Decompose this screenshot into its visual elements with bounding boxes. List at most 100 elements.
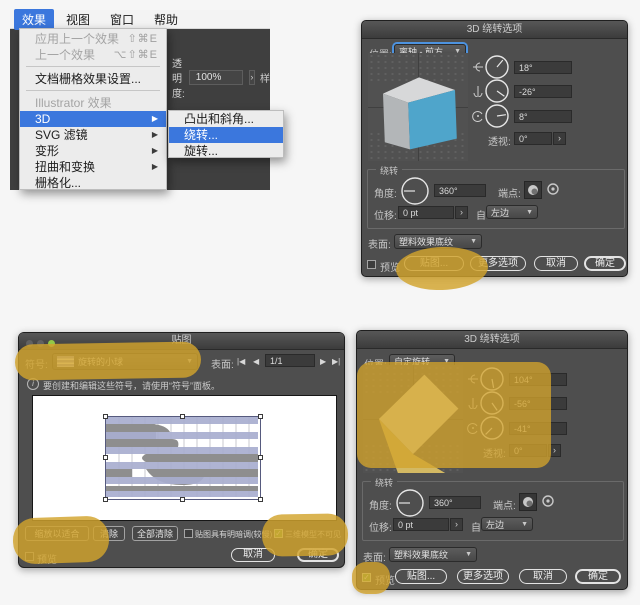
menu-separator xyxy=(26,66,160,67)
selection-handle[interactable] xyxy=(258,455,263,460)
map-art-button[interactable]: 贴图... xyxy=(395,569,447,584)
rotate-z-dial[interactable] xyxy=(484,103,510,129)
chevron-down-icon: ▼ xyxy=(470,238,477,245)
selection-handle[interactable] xyxy=(180,414,185,419)
rotate-y-dial[interactable] xyxy=(484,78,510,104)
screenshot-root: 透明度: 100% › 样 效果 视图 窗口 帮助 应用上一个效果 ⇧⌘E 上一… xyxy=(0,0,640,605)
menu-item-svg-filters[interactable]: SVG 滤镜 ▶ xyxy=(20,127,166,143)
selection-handle[interactable] xyxy=(258,414,263,419)
cap-solid-button[interactable] xyxy=(519,493,537,511)
angle-dial[interactable] xyxy=(395,488,425,518)
rotate-x-value[interactable]: 18° xyxy=(514,61,572,74)
selection-handle[interactable] xyxy=(180,497,185,502)
submenu-arrow-icon: ▶ xyxy=(152,111,158,127)
shade-artwork-checkbox[interactable] xyxy=(184,529,193,538)
angle-value[interactable]: 360° xyxy=(429,496,481,509)
perspective-spinner[interactable]: › xyxy=(553,132,566,145)
previous-surface-button[interactable]: ◀ xyxy=(253,355,259,368)
rotate-y-value[interactable]: -26° xyxy=(514,85,572,98)
rotate-x-dial[interactable] xyxy=(484,54,510,80)
submenu-arrow-icon: ▶ xyxy=(152,127,158,143)
transparency-value[interactable]: 100% xyxy=(189,70,243,85)
menu-item-apply-last-effect[interactable]: 应用上一个效果 ⇧⌘E xyxy=(20,31,166,47)
menu-item-3d[interactable]: 3D ▶ xyxy=(20,111,166,127)
transparency-spinner[interactable]: › xyxy=(249,70,255,85)
transparency-row: 透明度: 100% › 样 xyxy=(172,55,270,100)
menu-item-distort-transform[interactable]: 扭曲和变换 ▶ xyxy=(20,159,166,175)
symbols-panel-hint: 要创建和编辑这些符号，请使用“符号”面板。 xyxy=(43,379,220,392)
angle-label: 角度: xyxy=(369,497,392,512)
cube-preview xyxy=(373,63,465,153)
surface-page-field[interactable]: 1/1 xyxy=(265,354,315,367)
offset-label: 位移: xyxy=(369,519,392,534)
preview-checkbox[interactable] xyxy=(367,260,376,269)
effect-menu-dropdown: 应用上一个效果 ⇧⌘E 上一个效果 ⌥⇧⌘E 文档栅格效果设置... Illus… xyxy=(19,28,167,190)
revolve-section-title: 绕转 xyxy=(371,476,397,489)
selection-handle[interactable] xyxy=(103,414,108,419)
ok-button[interactable]: 确定 xyxy=(584,256,626,271)
surface-dropdown[interactable]: 塑料效果底纹 ▼ xyxy=(389,547,477,562)
chevron-down-icon: ▼ xyxy=(521,521,528,528)
cap-solid-button[interactable] xyxy=(524,181,542,199)
cap-hollow-button[interactable] xyxy=(540,493,556,509)
cancel-button[interactable]: 取消 xyxy=(534,256,578,271)
revolve-section-title: 绕转 xyxy=(376,164,402,177)
offset-label: 位移: xyxy=(374,207,397,222)
chevron-down-icon: ▼ xyxy=(465,551,472,558)
clear-all-button[interactable]: 全部清除 xyxy=(132,526,178,541)
perspective-label: 透视: xyxy=(488,133,511,148)
from-label: 自 xyxy=(476,207,486,222)
next-surface-button[interactable]: ▶ xyxy=(320,355,326,368)
submenu-item-revolve[interactable]: 绕转... xyxy=(169,127,283,143)
menu-item-document-raster-settings[interactable]: 文档栅格效果设置... xyxy=(20,71,166,87)
menu-item-last-effect[interactable]: 上一个效果 ⌥⇧⌘E xyxy=(20,47,166,63)
offset-spinner[interactable]: › xyxy=(450,518,463,531)
rotate-z-value[interactable]: 8° xyxy=(514,110,572,123)
perspective-value[interactable]: 0° xyxy=(514,132,552,145)
shortcut: ⇧⌘E xyxy=(127,31,158,47)
menu-item-warp[interactable]: 变形 ▶ xyxy=(20,143,166,159)
menu-separator xyxy=(26,90,160,91)
from-dropdown[interactable]: 左边 ▼ xyxy=(486,205,538,219)
rotate-x-axis-icon xyxy=(472,61,484,73)
selection-handle[interactable] xyxy=(258,497,263,502)
selection-handle[interactable] xyxy=(103,455,108,460)
3d-preview-area[interactable] xyxy=(368,53,468,161)
menubar-item-window[interactable]: 窗口 xyxy=(102,9,142,30)
highlight-marker-invisible-geometry xyxy=(262,513,349,556)
offset-value[interactable]: 0 pt xyxy=(398,206,454,219)
cap-hollow-button[interactable] xyxy=(545,181,561,197)
menu-item-rasterize[interactable]: 栅格化... xyxy=(20,175,166,191)
ok-button[interactable]: 确定 xyxy=(575,569,621,584)
submenu-item-rotate[interactable]: 旋转... xyxy=(169,143,283,159)
menubar-item-view[interactable]: 视图 xyxy=(58,9,98,30)
cap-label: 端点: xyxy=(498,185,521,200)
menubar-item-effect[interactable]: 效果 xyxy=(14,9,54,30)
angle-value[interactable]: 360° xyxy=(434,184,486,197)
from-label: 自 xyxy=(471,519,481,534)
shortcut: ⌥⇧⌘E xyxy=(114,47,158,63)
from-dropdown[interactable]: 左边 ▼ xyxy=(481,517,533,531)
menubar-item-help[interactable]: 帮助 xyxy=(146,9,186,30)
highlight-marker-scale-to-fit xyxy=(12,515,110,564)
revolve-options-dialog-1: 3D 绕转选项 位置: 离轴 - 前方 ▼ 18° xyxy=(361,20,628,277)
selection-handle[interactable] xyxy=(103,497,108,502)
submenu-arrow-icon: ▶ xyxy=(152,159,158,175)
angle-label: 角度: xyxy=(374,185,397,200)
map-surface-label: 表面: xyxy=(211,356,234,371)
cap-label: 端点: xyxy=(493,497,516,512)
submenu-item-extrude-bevel[interactable]: 凸出和斜角... xyxy=(169,111,283,127)
offset-spinner[interactable]: › xyxy=(455,206,468,219)
first-surface-button[interactable]: |◀ xyxy=(237,355,245,368)
highlight-marker-symbol-dropdown xyxy=(15,341,202,380)
3d-submenu: 凸出和斜角... 绕转... 旋转... xyxy=(168,110,284,158)
artwork-selection-box[interactable] xyxy=(105,416,261,500)
menu-item-illustrator-effects-header: Illustrator 效果 xyxy=(20,95,166,111)
more-options-button[interactable]: 更多选项 xyxy=(457,569,509,584)
map-preview-canvas[interactable] xyxy=(32,395,337,521)
cancel-button[interactable]: 取消 xyxy=(519,569,567,584)
offset-value[interactable]: 0 pt xyxy=(393,518,449,531)
surface-label: 表面: xyxy=(368,236,391,251)
angle-dial[interactable] xyxy=(400,176,430,206)
last-surface-button[interactable]: ▶| xyxy=(332,355,340,368)
